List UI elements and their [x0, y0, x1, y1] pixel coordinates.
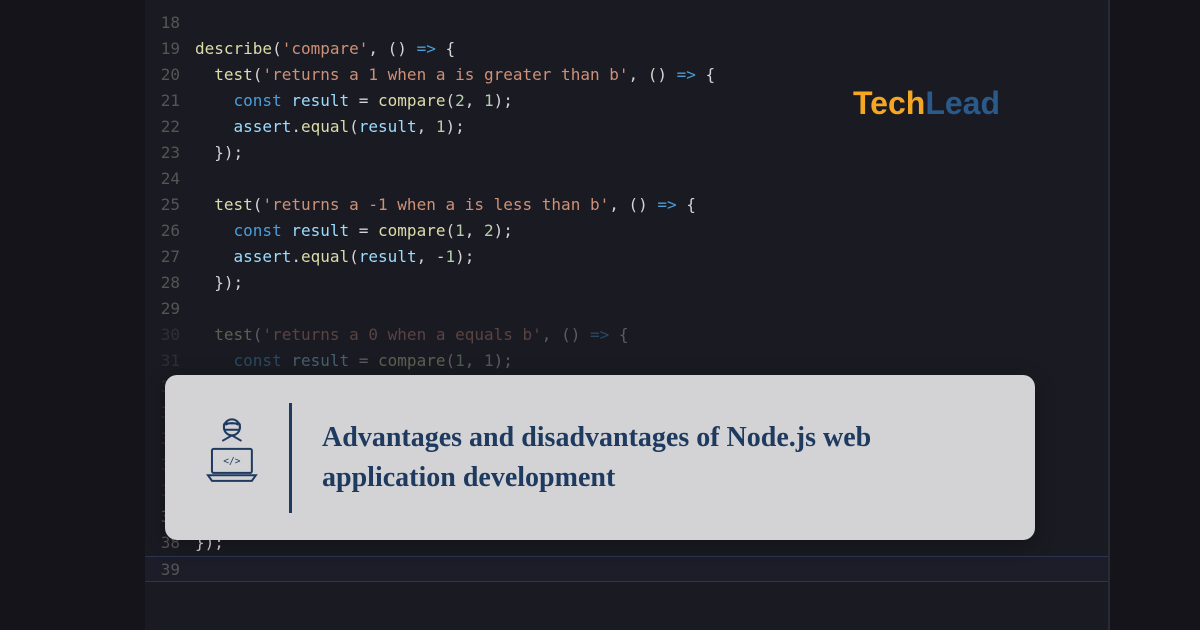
logo: TechLead — [853, 85, 1000, 122]
code-line: 29 — [145, 296, 1108, 322]
code-content — [195, 296, 1108, 322]
code-content: }); — [195, 270, 1108, 296]
line-number: 31 — [145, 348, 195, 374]
line-number: 27 — [145, 244, 195, 270]
code-content: describe('compare', () => { — [195, 36, 1108, 62]
code-line: 18 — [145, 10, 1108, 36]
svg-text:</>: </> — [223, 456, 241, 467]
code-line: 27 assert.equal(result, -1); — [145, 244, 1108, 270]
code-line: 31 const result = compare(1, 1); — [145, 348, 1108, 374]
developer-icon: </> — [200, 413, 264, 503]
code-content: assert.equal(result, -1); — [195, 244, 1108, 270]
code-content — [195, 557, 1108, 581]
code-content — [195, 166, 1108, 192]
code-content — [195, 10, 1108, 36]
line-number: 25 — [145, 192, 195, 218]
article-title: Advantages and disadvantages of Node.js … — [322, 418, 1000, 496]
line-number: 21 — [145, 88, 195, 114]
code-content: const result = compare(1, 2); — [195, 218, 1108, 244]
code-line: 39 — [145, 556, 1108, 582]
code-line: 19describe('compare', () => { — [145, 36, 1108, 62]
line-number: 20 — [145, 62, 195, 88]
line-number: 29 — [145, 296, 195, 322]
line-number: 39 — [145, 557, 195, 581]
code-content: test('returns a 0 when a equals b', () =… — [195, 322, 1108, 348]
line-number: 18 — [145, 10, 195, 36]
line-number: 30 — [145, 322, 195, 348]
code-line: 28 }); — [145, 270, 1108, 296]
line-number: 28 — [145, 270, 195, 296]
code-line: 24 — [145, 166, 1108, 192]
code-line: 26 const result = compare(1, 2); — [145, 218, 1108, 244]
code-content: const result = compare(1, 1); — [195, 348, 1108, 374]
code-content: }); — [195, 140, 1108, 166]
article-banner: </> Advantages and disadvantages of Node… — [165, 375, 1035, 540]
logo-part-1: Tech — [853, 85, 925, 121]
line-number: 23 — [145, 140, 195, 166]
line-number: 24 — [145, 166, 195, 192]
code-line: 25 test('returns a -1 when a is less tha… — [145, 192, 1108, 218]
banner-divider — [289, 403, 292, 513]
logo-part-2: Lead — [925, 85, 1000, 121]
code-content: test('returns a -1 when a is less than b… — [195, 192, 1108, 218]
code-line: 30 test('returns a 0 when a equals b', (… — [145, 322, 1108, 348]
line-number: 22 — [145, 114, 195, 140]
code-line: 23 }); — [145, 140, 1108, 166]
line-number: 19 — [145, 36, 195, 62]
line-number: 26 — [145, 218, 195, 244]
